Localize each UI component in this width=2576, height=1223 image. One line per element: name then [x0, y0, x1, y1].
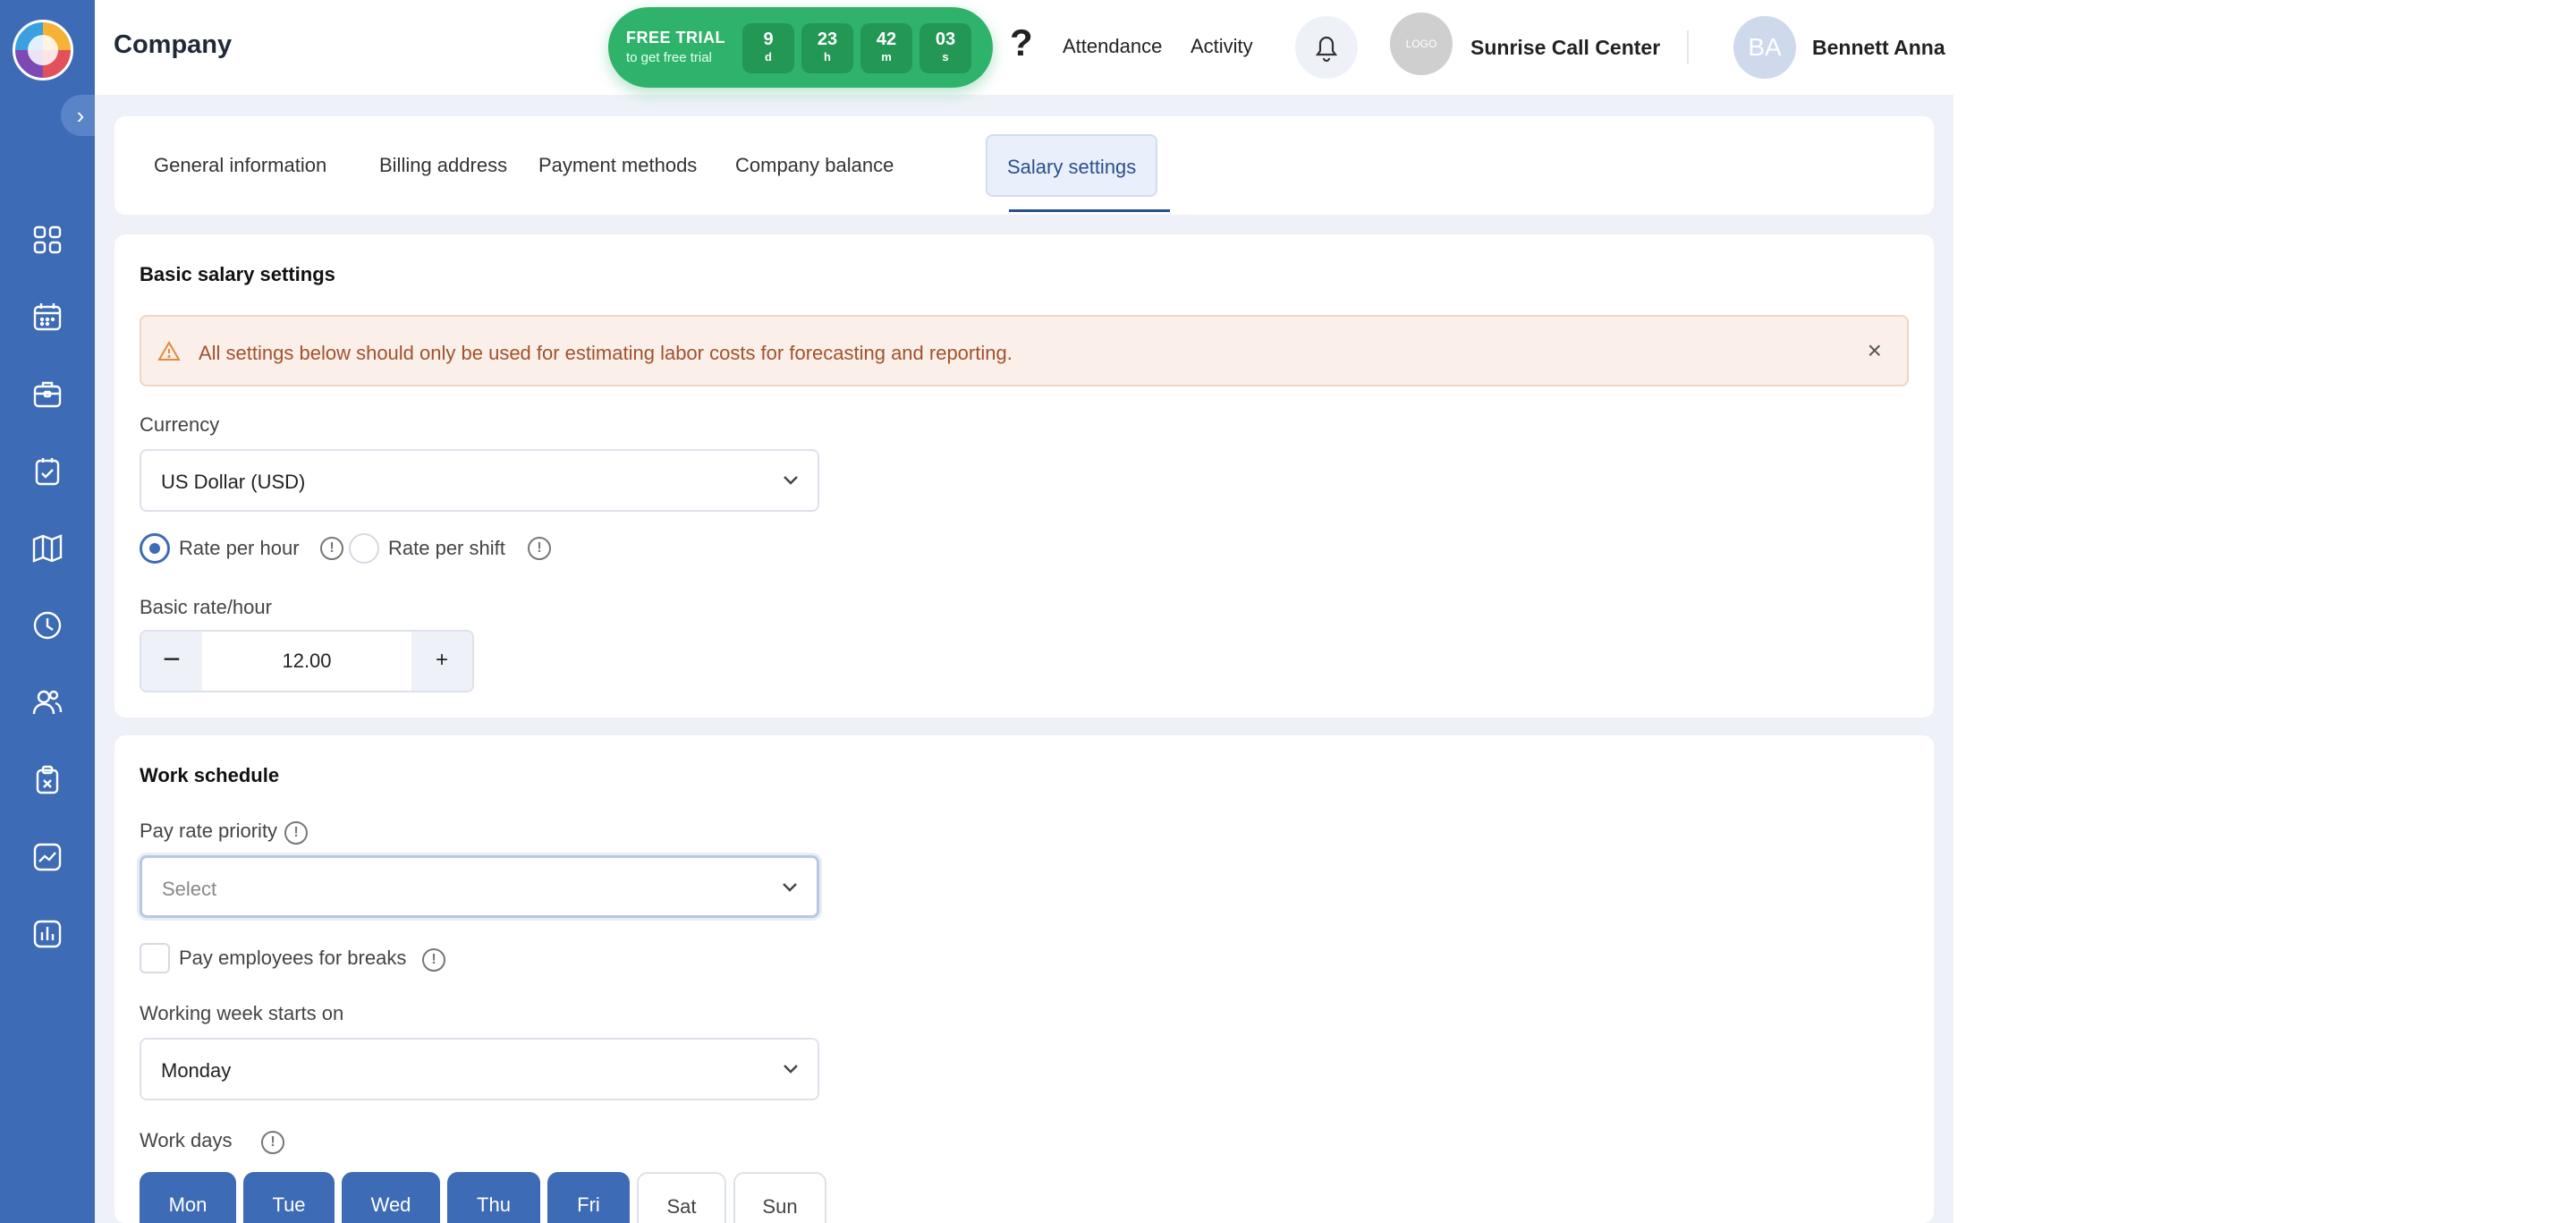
app-logo[interactable]	[13, 20, 73, 81]
work-schedule-card: Work schedule Pay rate priority ! Select…	[114, 735, 1934, 1223]
info-icon[interactable]: !	[528, 537, 551, 560]
pay-rate-priority-label: Pay rate priority	[140, 820, 278, 842]
briefcase-icon[interactable]	[30, 376, 65, 412]
countdown-minutes: 42 m	[860, 23, 912, 73]
pay-rate-placeholder: Select	[162, 878, 217, 900]
info-icon[interactable]: !	[284, 821, 308, 845]
info-icon[interactable]: !	[261, 1131, 284, 1154]
rate-input[interactable]: 12.00	[202, 632, 411, 691]
day-toggle-thu[interactable]: Thu	[447, 1172, 540, 1223]
tabs-bar: General information Billing address Paym…	[114, 116, 1934, 215]
basic-salary-card: Basic salary settings All settings below…	[114, 234, 1934, 718]
rate-per-shift-label: Rate per shift	[388, 537, 505, 559]
map-icon[interactable]	[30, 531, 65, 566]
day-toggle-wed[interactable]: Wed	[342, 1172, 440, 1223]
trial-title: FREE TRIAL	[626, 29, 725, 47]
nav-activity[interactable]: Activity	[1191, 35, 1253, 58]
help-button[interactable]: ?	[1010, 21, 1033, 64]
page-title: Company	[114, 30, 233, 59]
bell-icon	[1315, 36, 1338, 63]
work-schedule-title: Work schedule	[140, 764, 280, 786]
avatar[interactable]: BA	[1733, 16, 1796, 79]
clipboard-icon[interactable]	[30, 762, 65, 798]
calendar-icon[interactable]	[30, 299, 65, 335]
chevron-down-icon	[777, 874, 802, 899]
week-start-value: Monday	[161, 1059, 232, 1082]
header-divider	[1687, 30, 1689, 64]
basic-salary-title: Basic salary settings	[140, 263, 335, 285]
tab-billing-address[interactable]: Billing address	[360, 134, 527, 197]
day-toggle-tue[interactable]: Tue	[243, 1172, 335, 1223]
tab-company-balance[interactable]: Company balance	[716, 134, 913, 197]
countdown-seconds: 03 s	[919, 23, 971, 73]
reports-icon[interactable]	[30, 916, 65, 952]
alert-message: All settings below should only be used f…	[199, 342, 1013, 364]
tab-payment-methods[interactable]: Payment methods	[519, 134, 716, 197]
tab-general-information[interactable]: General information	[134, 134, 346, 197]
info-icon[interactable]: !	[320, 537, 343, 560]
rate-per-hour-label: Rate per hour	[179, 537, 300, 559]
app-root: › Company FREE TRIAL to get free trial 9…	[0, 0, 2576, 1223]
work-days-label: Work days	[140, 1129, 233, 1151]
close-icon[interactable]: ×	[1868, 336, 1882, 365]
tab-salary-settings[interactable]: Salary settings	[986, 134, 1158, 197]
increase-button[interactable]: +	[411, 632, 472, 691]
decrease-button[interactable]: −	[141, 632, 202, 691]
top-header: Company FREE TRIAL to get free trial 9d …	[95, 0, 1953, 95]
empty-area	[1953, 0, 2576, 1223]
company-logo[interactable]: LOGO	[1390, 13, 1453, 75]
company-name[interactable]: Sunrise Call Center	[1470, 36, 1660, 60]
info-alert: All settings below should only be used f…	[140, 315, 1909, 386]
tasks-icon[interactable]	[30, 454, 65, 489]
chevron-down-icon	[778, 467, 803, 492]
notifications-button[interactable]	[1295, 16, 1358, 79]
day-toggle-fri[interactable]: Fri	[547, 1172, 630, 1223]
pay-breaks-label: Pay employees for breaks	[179, 947, 407, 969]
analytics-icon[interactable]	[30, 839, 65, 875]
chevron-down-icon	[778, 1056, 803, 1081]
day-toggle-sat[interactable]: Sat	[637, 1172, 726, 1223]
currency-select[interactable]: US Dollar (USD)	[140, 449, 819, 512]
countdown-hours: 23 h	[801, 23, 853, 73]
pay-breaks-checkbox[interactable]	[140, 943, 170, 973]
week-start-label: Working week starts on	[140, 1002, 344, 1024]
currency-value: US Dollar (USD)	[161, 471, 306, 493]
nav-attendance[interactable]: Attendance	[1063, 35, 1162, 58]
active-tab-indicator	[1009, 209, 1170, 212]
pay-rate-priority-select[interactable]: Select	[140, 855, 819, 918]
free-trial-banner[interactable]: FREE TRIAL to get free trial 9d 23 h 42 m …	[608, 7, 993, 88]
rate-per-hour-radio[interactable]	[140, 533, 170, 564]
rate-per-shift-radio[interactable]	[349, 533, 379, 564]
clock-icon[interactable]	[30, 607, 65, 643]
countdown-days: 9d	[742, 23, 794, 73]
basic-rate-label: Basic rate/hour	[140, 596, 272, 618]
sidebar: ›	[0, 0, 100, 1223]
main-content: Company FREE TRIAL to get free trial 9d …	[95, 0, 1953, 1223]
dashboard-icon[interactable]	[30, 222, 65, 258]
users-icon[interactable]	[30, 684, 65, 720]
warning-icon	[157, 340, 181, 363]
trial-subtitle: to get free trial	[626, 50, 712, 65]
day-toggle-sun[interactable]: Sun	[733, 1172, 826, 1223]
currency-label: Currency	[140, 413, 220, 436]
day-toggle-mon[interactable]: Mon	[140, 1172, 236, 1223]
week-start-select[interactable]: Monday	[140, 1038, 819, 1100]
user-name[interactable]: Bennett Anna	[1812, 36, 1945, 60]
info-icon[interactable]: !	[422, 948, 445, 972]
rate-stepper: − 12.00 +	[140, 630, 474, 692]
